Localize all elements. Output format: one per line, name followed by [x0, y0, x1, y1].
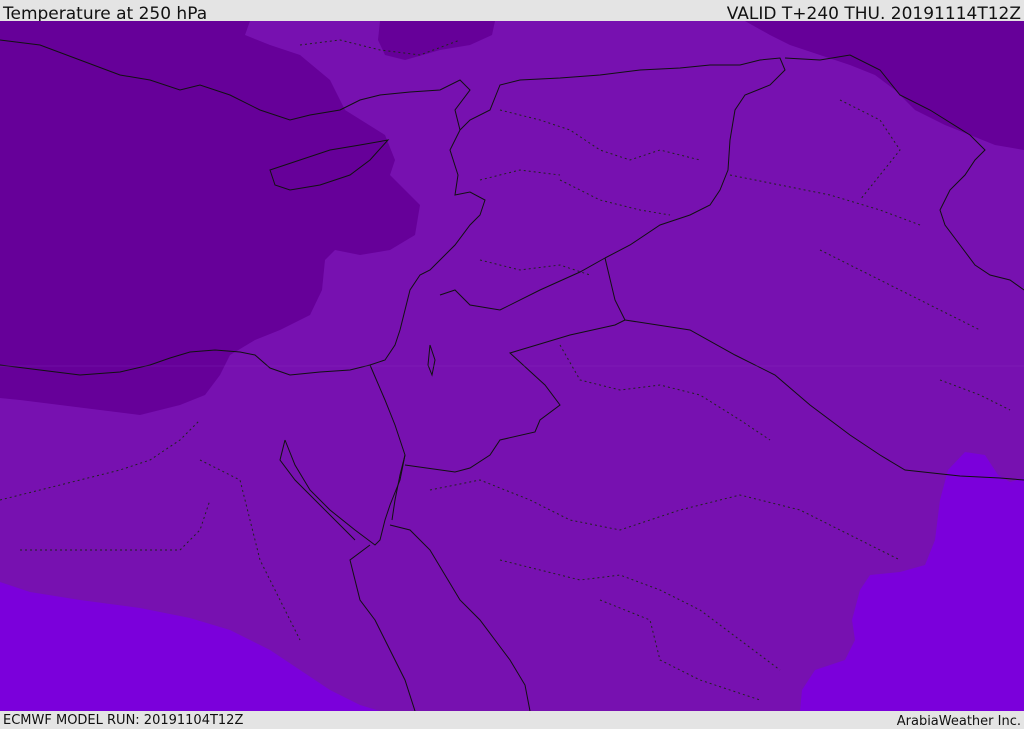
credit-label: ArabiaWeather Inc.: [896, 714, 1021, 729]
map-header: Temperature at 250 hPa VALID T+240 THU. …: [0, 0, 1024, 24]
weather-map-frame: Temperature at 250 hPa VALID T+240 THU. …: [0, 0, 1024, 729]
model-run-label: ECMWF MODEL RUN: 20191104T12Z: [3, 713, 244, 728]
map-canvas[interactable]: [0, 21, 1024, 711]
temperature-map-svg: [0, 21, 1024, 711]
map-footer: ECMWF MODEL RUN: 20191104T12Z ArabiaWeat…: [0, 711, 1024, 729]
